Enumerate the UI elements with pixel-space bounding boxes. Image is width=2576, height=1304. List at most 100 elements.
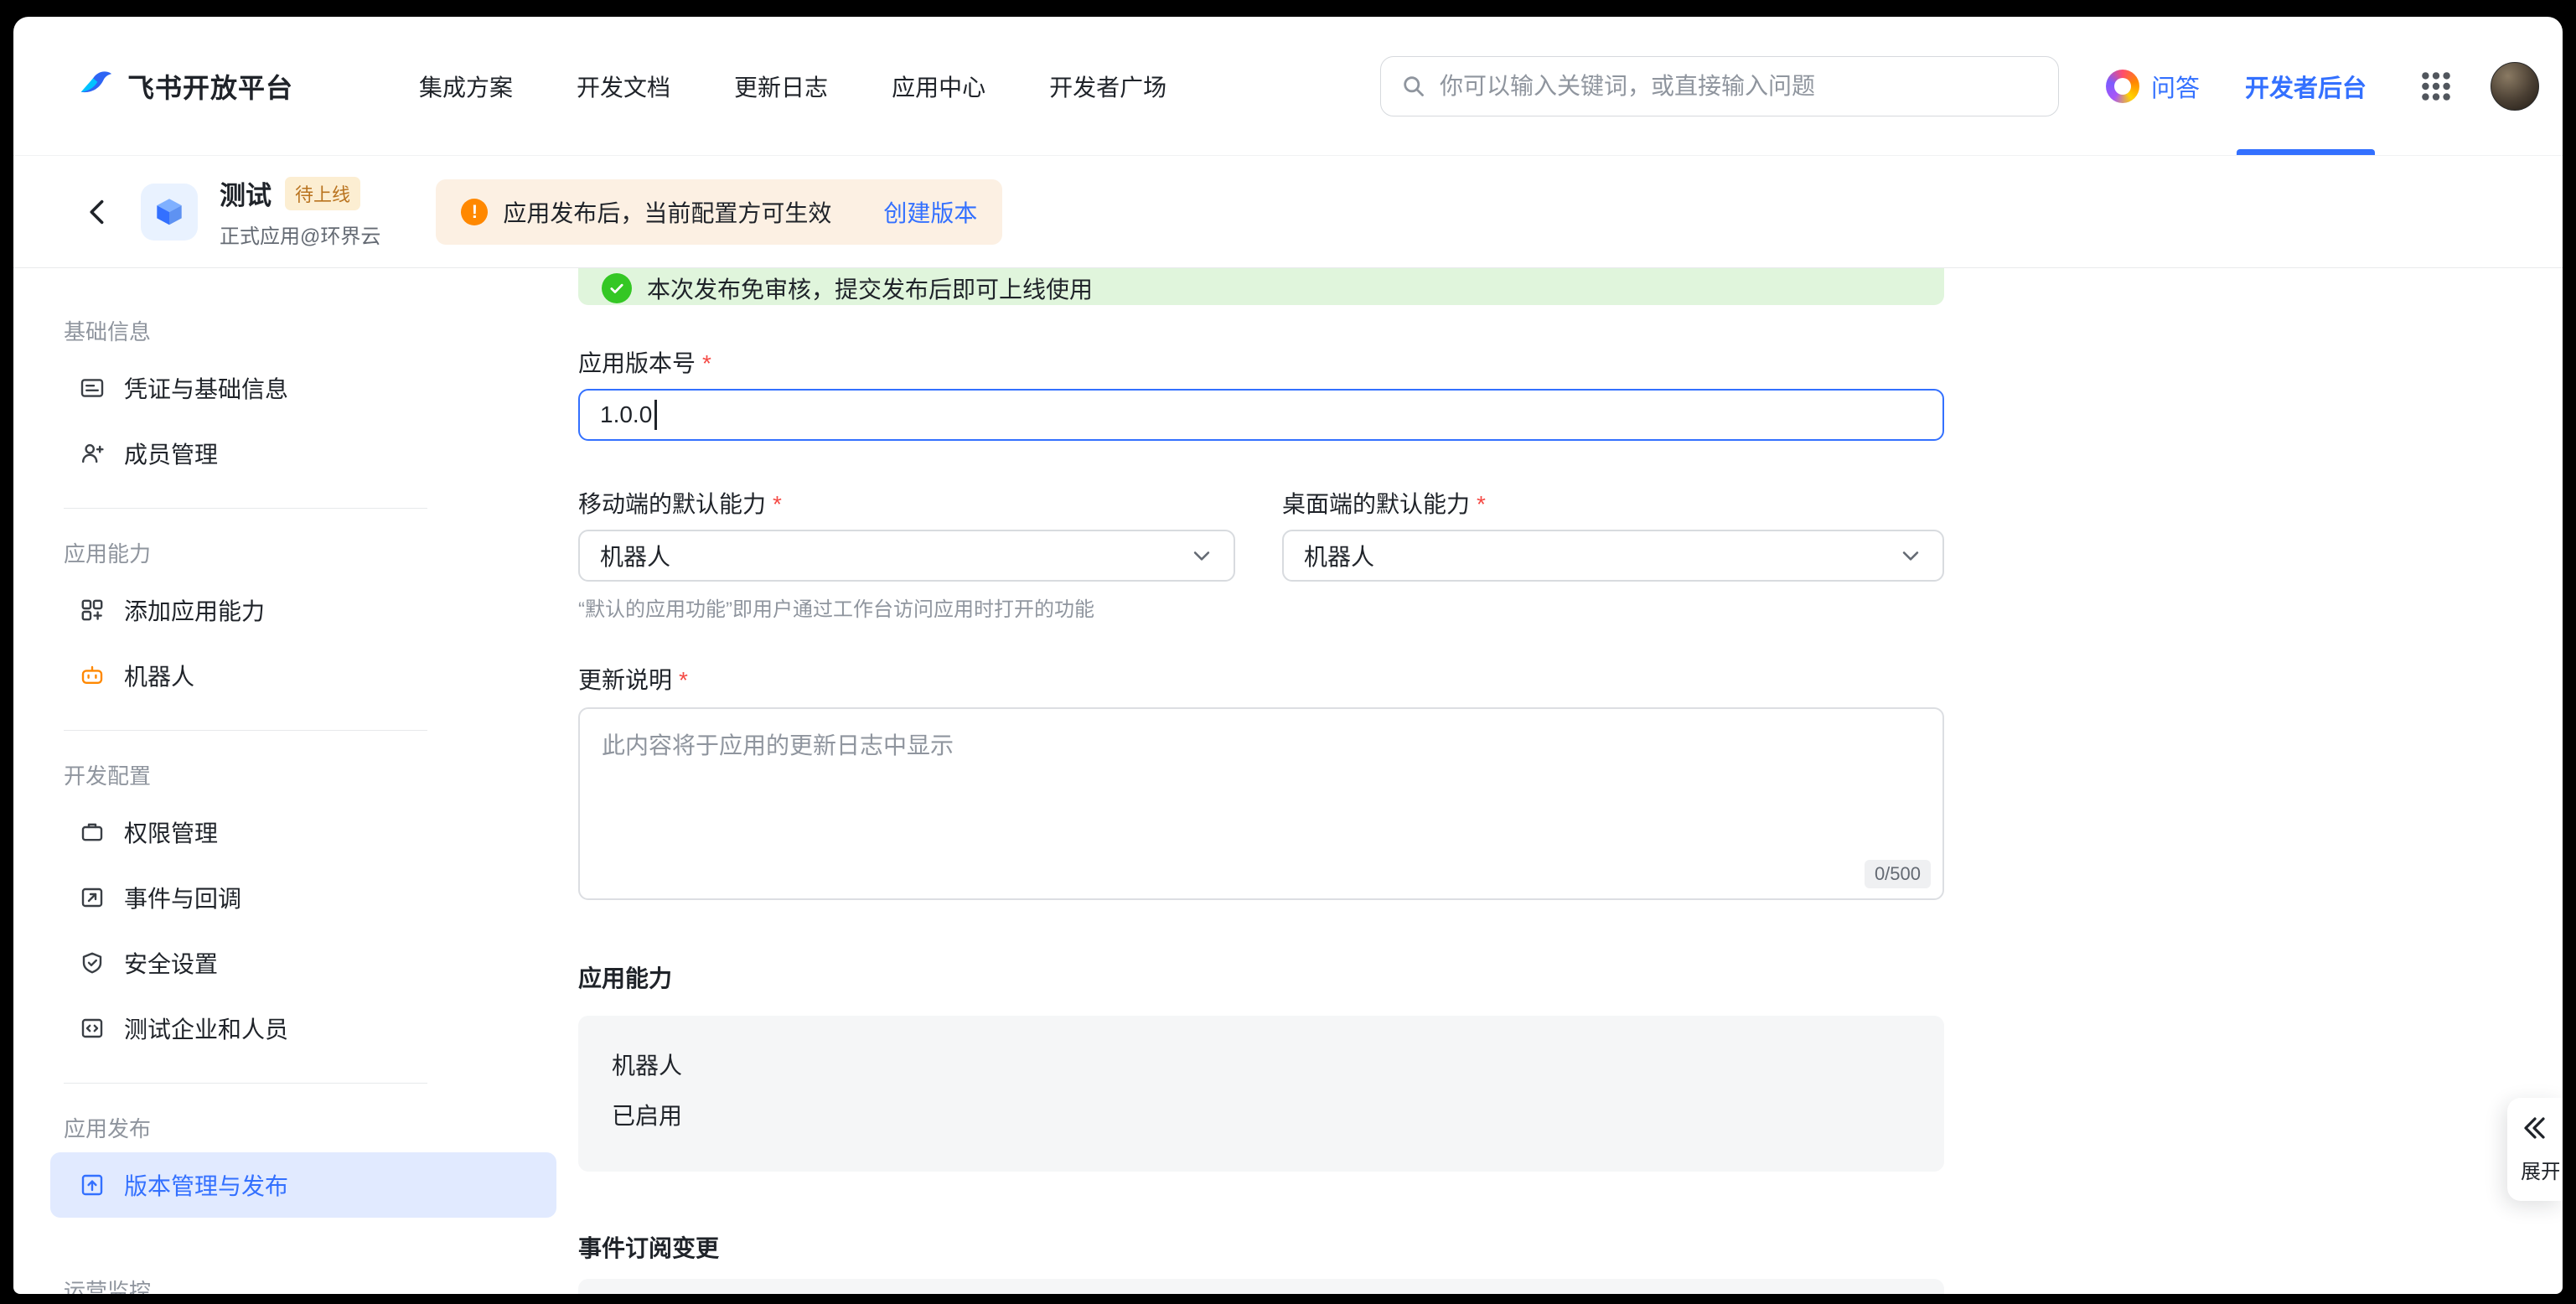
status-badge: 待上线 (285, 177, 360, 210)
capability-hint: “默认的应用功能”即用户通过工作台访问应用时打开的功能 (578, 595, 2563, 625)
event-callback-icon (79, 884, 106, 911)
sidebar-item-permissions[interactable]: 权限管理 (50, 799, 556, 865)
permission-icon (79, 819, 106, 846)
sidebar-item-label: 版本管理与发布 (124, 1168, 288, 1202)
app-cube-icon (141, 184, 198, 241)
notice-text: 应用发布后，当前配置方可生效 (503, 195, 831, 229)
select-value: 机器人 (600, 539, 670, 572)
version-label: 应用版本号* (578, 347, 2563, 380)
chevron-down-icon (1899, 544, 1922, 567)
sidebar-section-release: 应用发布 (13, 1105, 578, 1152)
brand-title: 飞书开放平台 (127, 67, 293, 106)
top-navbar: 飞书开放平台 集成方案 开发文档 更新日志 应用中心 开发者广场 问答 开发者后… (13, 17, 2563, 156)
changelog-label: 更新说明* (578, 664, 2563, 697)
user-avatar[interactable] (2491, 62, 2539, 111)
nav-link-docs[interactable]: 开发文档 (577, 70, 670, 103)
nav-link-integration[interactable]: 集成方案 (419, 70, 513, 103)
qa-label: 问答 (2151, 69, 2200, 104)
sidebar-item-version-release[interactable]: 版本管理与发布 (50, 1152, 556, 1218)
credential-icon (79, 375, 106, 401)
events-box (578, 1279, 1944, 1294)
feishu-logo-icon (75, 67, 114, 106)
sidebar-item-security[interactable]: 安全设置 (50, 930, 556, 996)
required-mark: * (702, 350, 711, 376)
tab-developer-console[interactable]: 开发者后台 (2245, 17, 2367, 155)
main-content: 本次发布免审核，提交发布后即可上线使用 应用版本号* 1.0.0 移动端的默认能… (578, 268, 2563, 1294)
app-identity: 测试 待上线 正式应用@环界云 (220, 174, 380, 249)
version-value: 1.0.0 (600, 401, 652, 428)
text-caret (654, 400, 657, 430)
sidebar-item-add-capability[interactable]: 添加应用能力 (50, 577, 556, 643)
bot-icon (79, 662, 106, 689)
sidebar-item-label: 测试企业和人员 (124, 1012, 288, 1045)
test-org-icon (79, 1015, 106, 1042)
security-icon (79, 950, 106, 976)
qa-ring-icon (2106, 70, 2139, 103)
desktop-capability-select[interactable]: 机器人 (1282, 530, 1944, 582)
create-version-link[interactable]: 创建版本 (883, 195, 977, 229)
sidebar-item-label: 事件与回调 (124, 881, 241, 914)
chevron-down-icon (1190, 544, 1213, 567)
required-mark: * (1477, 491, 1486, 517)
required-mark: * (679, 667, 688, 693)
console-label: 开发者后台 (2245, 69, 2367, 104)
version-input[interactable]: 1.0.0 (578, 389, 1944, 441)
members-icon (79, 440, 106, 467)
sidebar-section-dev-config: 开发配置 (13, 753, 578, 799)
sidebar-section-ops-monitor: 运营监控 (13, 1268, 578, 1294)
success-banner: 本次发布免审核，提交发布后即可上线使用 (578, 268, 1944, 305)
sidebar-item-test-org[interactable]: 测试企业和人员 (50, 996, 556, 1061)
sidebar-item-label: 安全设置 (124, 946, 218, 980)
expand-label: 展开 (2521, 1155, 2559, 1184)
sidebar-section-capability: 应用能力 (13, 530, 578, 577)
back-button[interactable] (82, 197, 112, 227)
app-meta: 正式应用@环界云 (220, 220, 380, 249)
sidebar-item-label: 机器人 (124, 659, 194, 692)
nav-link-dev-plaza[interactable]: 开发者广场 (1049, 70, 1166, 103)
app-window: 飞书开放平台 集成方案 开发文档 更新日志 应用中心 开发者广场 问答 开发者后… (13, 17, 2563, 1294)
sidebar-item-label: 权限管理 (124, 815, 218, 849)
capabilities-box: 机器人 已启用 (578, 1016, 1944, 1172)
global-search[interactable] (1380, 56, 2059, 116)
char-counter: 0/500 (1865, 860, 1931, 888)
success-banner-text: 本次发布免审核，提交发布后即可上线使用 (647, 272, 1093, 305)
grid-apps-icon[interactable] (2418, 69, 2454, 104)
capability-name: 机器人 (612, 1048, 1944, 1084)
events-title: 事件订阅变更 (578, 1232, 2563, 1265)
sidebar: 基础信息 凭证与基础信息 成员管理 应用能力 (13, 268, 578, 1294)
warning-icon: ! (461, 199, 488, 225)
changelog-textarea[interactable] (578, 707, 1944, 900)
desktop-capability-label: 桌面端的默认能力* (1282, 488, 1944, 521)
sidebar-divider (64, 508, 427, 509)
expand-panel-button[interactable]: 展开 (2507, 1098, 2563, 1201)
brand[interactable]: 飞书开放平台 (75, 67, 293, 106)
sidebar-item-members[interactable]: 成员管理 (50, 421, 556, 486)
sidebar-section-basic: 基础信息 (13, 308, 578, 355)
publish-notice-banner: ! 应用发布后，当前配置方可生效 创建版本 (436, 179, 1002, 245)
success-check-icon (602, 273, 632, 303)
search-input[interactable] (1440, 73, 2038, 100)
qa-entry[interactable]: 问答 (2106, 69, 2200, 104)
sidebar-item-label: 成员管理 (124, 437, 218, 470)
version-release-icon (79, 1172, 106, 1198)
sidebar-item-label: 添加应用能力 (124, 593, 265, 627)
primary-nav: 集成方案 开发文档 更新日志 应用中心 开发者广场 (419, 70, 1166, 103)
nav-link-changelog[interactable]: 更新日志 (734, 70, 828, 103)
app-header: 测试 待上线 正式应用@环界云 ! 应用发布后，当前配置方可生效 创建版本 (13, 156, 2563, 268)
select-value: 机器人 (1304, 539, 1374, 572)
sidebar-divider (64, 1083, 427, 1084)
mobile-capability-label: 移动端的默认能力* (578, 488, 1235, 521)
sidebar-item-events[interactable]: 事件与回调 (50, 865, 556, 930)
sidebar-item-label: 凭证与基础信息 (124, 371, 288, 405)
capability-status: 已启用 (612, 1098, 1944, 1135)
app-name: 测试 (220, 174, 272, 212)
capabilities-title: 应用能力 (578, 962, 2563, 996)
sidebar-item-bot[interactable]: 机器人 (50, 643, 556, 708)
active-tab-indicator (2237, 149, 2375, 155)
sidebar-divider (64, 730, 427, 731)
double-chevron-left-icon (2521, 1115, 2559, 1141)
mobile-capability-select[interactable]: 机器人 (578, 530, 1235, 582)
sidebar-item-credentials[interactable]: 凭证与基础信息 (50, 355, 556, 421)
nav-link-app-center[interactable]: 应用中心 (892, 70, 985, 103)
add-capability-icon (79, 597, 106, 624)
